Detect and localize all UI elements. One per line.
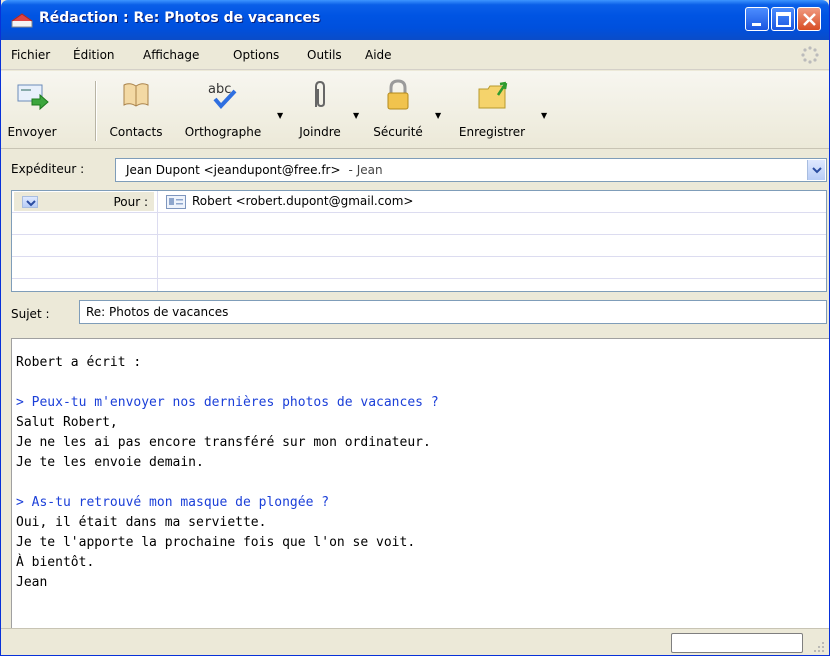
subject-row: Sujet : Re: Photos de vacances bbox=[1, 296, 829, 330]
toolbar-separator bbox=[95, 81, 97, 141]
recipient-row-empty[interactable] bbox=[12, 257, 826, 279]
body-line bbox=[16, 373, 439, 393]
status-panel bbox=[671, 633, 803, 653]
send-button[interactable]: Envoyer bbox=[3, 75, 61, 145]
recipient-type-select[interactable]: Pour : bbox=[14, 192, 154, 211]
contacts-button[interactable]: Contacts bbox=[103, 75, 169, 145]
save-button[interactable]: Enregistrer ▼ bbox=[447, 75, 547, 145]
quoted-line: > As-tu retrouvé mon masque de plongée ? bbox=[16, 495, 330, 510]
body-line: Je te l'apporte la prochaine fois que l'… bbox=[16, 535, 416, 550]
sender-label: Expéditeur : bbox=[11, 162, 85, 176]
menu-options[interactable]: Options bbox=[233, 48, 279, 62]
body-line: Jean bbox=[16, 575, 48, 590]
menu-fichier[interactable]: Fichier bbox=[11, 48, 50, 62]
spelling-label: Orthographe bbox=[184, 125, 262, 139]
save-folder-icon bbox=[478, 81, 508, 109]
menu-outils[interactable]: Outils bbox=[307, 48, 342, 62]
title-bar[interactable]: Rédaction : Re: Photos de vacances bbox=[1, 0, 829, 40]
recipient-address[interactable]: Robert <robert.dupont@gmail.com> bbox=[192, 194, 413, 208]
recipient-row-empty[interactable] bbox=[12, 235, 826, 257]
body-line: Salut Robert, bbox=[16, 415, 118, 430]
close-icon bbox=[803, 13, 816, 26]
body-line: Je te les envoie demain. bbox=[16, 455, 204, 470]
save-dropdown-icon[interactable]: ▼ bbox=[541, 111, 547, 120]
security-dropdown-icon[interactable]: ▼ bbox=[435, 111, 441, 120]
resize-grip-icon[interactable] bbox=[811, 639, 825, 653]
sender-row: Expéditeur : Jean Dupont <jeandupont@fre… bbox=[1, 150, 829, 188]
body-line: À bientôt. bbox=[16, 555, 95, 570]
sender-suffix: - Jean bbox=[348, 163, 383, 177]
compose-icon bbox=[11, 13, 33, 28]
svg-text:abc: abc bbox=[208, 82, 231, 97]
recipients-list: Pour : Robert <robert.dupont@gmail.com> bbox=[11, 190, 827, 292]
chevron-down-icon bbox=[812, 167, 822, 174]
maximize-button[interactable] bbox=[771, 7, 795, 31]
minimize-button[interactable] bbox=[745, 7, 769, 31]
menu-edition[interactable]: Édition bbox=[73, 48, 115, 62]
recipient-type-label: Pour : bbox=[113, 195, 148, 209]
toolbar: Envoyer Contacts abc Orthographe ▼ Joind… bbox=[1, 71, 829, 149]
body-line: Oui, il était dans ma serviette. bbox=[16, 515, 267, 530]
paperclip-icon bbox=[315, 80, 325, 108]
recipient-type-dropdown[interactable] bbox=[22, 196, 38, 208]
minimize-icon bbox=[752, 23, 761, 26]
sender-value: Jean Dupont <jeandupont@free.fr> bbox=[126, 163, 341, 177]
attach-label: Joindre bbox=[299, 125, 341, 139]
menu-bar: Fichier Édition Affichage Options Outils… bbox=[1, 40, 829, 70]
sender-select[interactable]: Jean Dupont <jeandupont@free.fr> - Jean bbox=[115, 158, 827, 182]
attach-button[interactable]: Joindre ▼ bbox=[289, 75, 359, 145]
contacts-label: Contacts bbox=[109, 125, 163, 139]
message-text: Robert a écrit : > Peux-tu m'envoyer nos … bbox=[16, 353, 439, 593]
close-button[interactable] bbox=[797, 7, 821, 31]
contact-card-icon bbox=[166, 195, 186, 209]
sender-dropdown-button[interactable] bbox=[807, 160, 825, 180]
body-line: Robert a écrit : bbox=[16, 355, 142, 370]
window-title: Rédaction : Re: Photos de vacances bbox=[39, 10, 321, 26]
save-label: Enregistrer bbox=[458, 125, 526, 139]
quoted-line: > Peux-tu m'envoyer nos dernières photos… bbox=[16, 395, 439, 410]
subject-label: Sujet : bbox=[11, 307, 50, 321]
compose-window: Rédaction : Re: Photos de vacances Fichi… bbox=[0, 0, 830, 656]
send-label: Envoyer bbox=[7, 125, 57, 139]
menu-affichage[interactable]: Affichage bbox=[143, 48, 199, 62]
security-button[interactable]: Sécurité ▼ bbox=[365, 75, 441, 145]
menu-aide[interactable]: Aide bbox=[365, 48, 392, 62]
chevron-down-icon bbox=[26, 200, 36, 207]
body-line bbox=[16, 473, 439, 493]
recipient-row-empty[interactable] bbox=[12, 213, 826, 235]
maximize-icon bbox=[776, 12, 791, 27]
spellcheck-icon: abc bbox=[208, 82, 237, 109]
send-icon bbox=[17, 84, 49, 111]
recipient-row[interactable]: Pour : Robert <robert.dupont@gmail.com> bbox=[12, 191, 826, 213]
subject-input[interactable]: Re: Photos de vacances bbox=[79, 300, 827, 324]
spelling-button[interactable]: abc Orthographe ▼ bbox=[177, 75, 283, 145]
status-bar bbox=[1, 628, 829, 655]
throbber-icon bbox=[801, 46, 819, 64]
spelling-dropdown-icon[interactable]: ▼ bbox=[277, 111, 283, 120]
message-body[interactable]: Robert a écrit : > Peux-tu m'envoyer nos … bbox=[11, 338, 829, 628]
security-label: Sécurité bbox=[373, 125, 423, 139]
attach-dropdown-icon[interactable]: ▼ bbox=[353, 111, 359, 120]
padlock-icon bbox=[387, 79, 409, 110]
body-line: Je ne les ai pas encore transféré sur mo… bbox=[16, 435, 431, 450]
address-book-icon bbox=[123, 83, 149, 107]
